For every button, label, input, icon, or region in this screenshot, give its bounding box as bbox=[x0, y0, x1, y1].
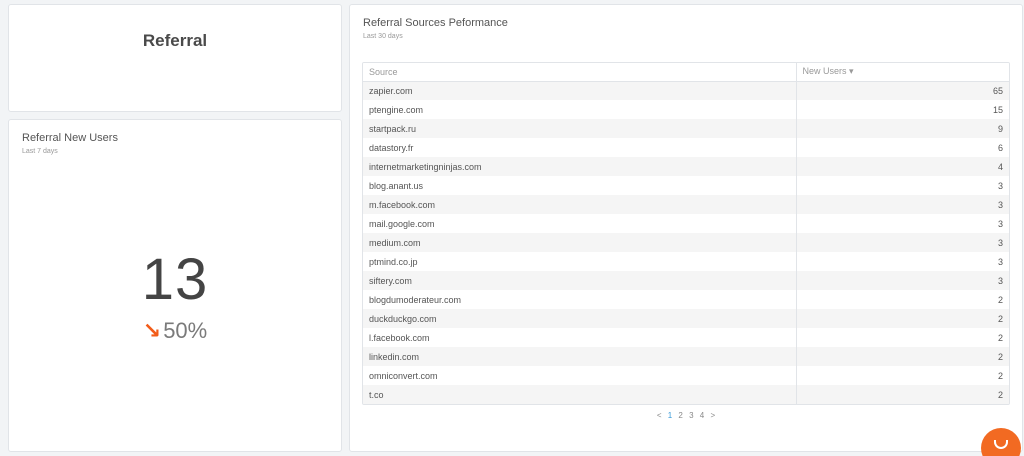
referral-sources-card: Referral Sources Peformance Last 30 days… bbox=[349, 4, 1023, 452]
arrow-down-right-icon: ↘ bbox=[142, 318, 162, 343]
table-row: medium.com 3 bbox=[363, 233, 1009, 252]
new-users-value: 13 bbox=[141, 247, 209, 312]
referral-new-users-card: Referral New Users Last 7 days 13 ↘50% bbox=[8, 119, 342, 452]
new-users-cell: 2 bbox=[795, 309, 1009, 328]
source-cell: duckduckgo.com bbox=[363, 309, 796, 328]
table-row: ptengine.com 15 bbox=[363, 100, 1009, 119]
table-header-row: Source New Users ▾ bbox=[363, 63, 1009, 82]
source-cell: mail.google.com bbox=[369, 218, 435, 229]
chat-icon bbox=[994, 440, 1008, 449]
new-users-cell: 2 bbox=[795, 366, 1009, 385]
pagination: < 1 2 3 4 > bbox=[350, 411, 1022, 420]
new-users-cell: 3 bbox=[795, 214, 1009, 233]
table-row: omniconvert.com 2 bbox=[363, 366, 1009, 385]
next-page-button[interactable]: > bbox=[710, 411, 715, 420]
table-row: datastory.fr 6 bbox=[363, 138, 1009, 157]
referral-header-card: Referral bbox=[8, 4, 342, 112]
new-users-cell: 2 bbox=[795, 347, 1009, 366]
page-link-1[interactable]: 1 bbox=[668, 411, 672, 420]
page-link-2[interactable]: 2 bbox=[678, 411, 682, 420]
table-row: t.co 2 bbox=[363, 385, 1009, 404]
new-users-cell: 6 bbox=[795, 138, 1009, 157]
source-cell: blogdumoderateur.com bbox=[369, 294, 462, 305]
table-row: mail.google.com 3 bbox=[363, 214, 1009, 233]
source-cell: blog.anant.us bbox=[369, 180, 424, 191]
source-cell: medium.com bbox=[363, 233, 796, 252]
table-row: internetmarketingninjas.com 4 bbox=[363, 157, 1009, 176]
source-cell: ptengine.com bbox=[369, 104, 424, 115]
table-row: blog.anant.us 3 bbox=[363, 176, 1009, 195]
source-cell: m.facebook.com bbox=[363, 195, 796, 214]
table-row: siftery.com 3 bbox=[363, 271, 1009, 290]
new-users-cell: 3 bbox=[795, 176, 1009, 195]
card-subtitle: Last 30 days bbox=[363, 33, 403, 40]
new-users-cell: 3 bbox=[795, 271, 1009, 290]
source-cell: startpack.ru bbox=[363, 119, 796, 138]
page-link-4[interactable]: 4 bbox=[700, 411, 704, 420]
column-header-new-users[interactable]: New Users ▾ bbox=[795, 63, 1009, 82]
source-cell: zapier.com bbox=[363, 81, 796, 100]
source-cell: ptmind.co.jp bbox=[369, 256, 418, 267]
sources-table: Source New Users ▾ zapier.com 65 ptengine.… bbox=[362, 62, 1010, 405]
table-row: l.facebook.com 2 bbox=[363, 328, 1009, 347]
page-title: Referral bbox=[142, 31, 208, 50]
table-row: startpack.ru 9 bbox=[363, 119, 1009, 138]
card-title: Referral New Users bbox=[22, 132, 118, 144]
source-cell: internetmarketingninjas.com bbox=[363, 157, 796, 176]
page-link-3[interactable]: 3 bbox=[689, 411, 693, 420]
new-users-cell: 2 bbox=[795, 290, 1009, 309]
new-users-cell: 9 bbox=[795, 119, 1009, 138]
source-cell: siftery.com bbox=[363, 271, 796, 290]
source-cell: l.facebook.com bbox=[369, 332, 430, 343]
source-cell: linkedin.com bbox=[363, 347, 796, 366]
prev-page-button[interactable]: < bbox=[657, 411, 662, 420]
source-cell: datastory.fr bbox=[369, 142, 414, 153]
source-cell: t.co bbox=[363, 385, 796, 404]
new-users-cell: 2 bbox=[795, 385, 1009, 404]
new-users-cell: 65 bbox=[795, 81, 1009, 100]
table-row: duckduckgo.com 2 bbox=[363, 309, 1009, 328]
new-users-cell: 3 bbox=[795, 195, 1009, 214]
table-row: ptmind.co.jp 3 bbox=[363, 252, 1009, 271]
table-row: m.facebook.com 3 bbox=[363, 195, 1009, 214]
new-users-cell: 2 bbox=[795, 328, 1009, 347]
card-title: Referral Sources Peformance bbox=[363, 17, 508, 29]
source-cell: omniconvert.com bbox=[369, 370, 438, 381]
table-row: blogdumoderateur.com 2 bbox=[363, 290, 1009, 309]
card-subtitle: Last 7 days bbox=[22, 148, 58, 155]
new-users-cell: 4 bbox=[795, 157, 1009, 176]
new-users-cell: 3 bbox=[795, 233, 1009, 252]
delta-indicator: ↘50% bbox=[9, 318, 341, 344]
column-header-source[interactable]: Source bbox=[363, 63, 796, 82]
new-users-cell: 15 bbox=[795, 100, 1009, 119]
delta-value: 50% bbox=[163, 318, 208, 343]
table-row: linkedin.com 2 bbox=[363, 347, 1009, 366]
table-row: zapier.com 65 bbox=[363, 81, 1009, 100]
new-users-cell: 3 bbox=[795, 252, 1009, 271]
